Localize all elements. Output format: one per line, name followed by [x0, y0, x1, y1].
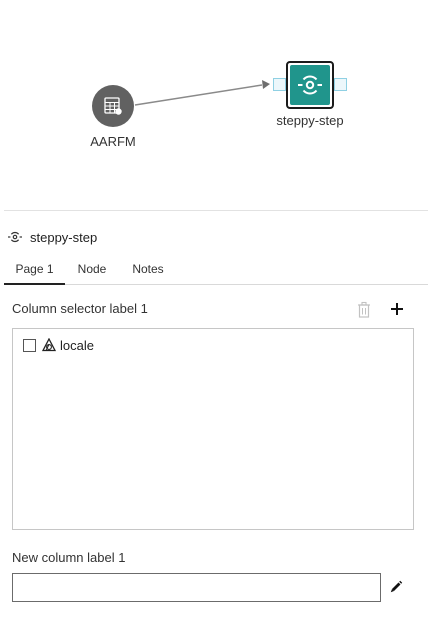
steppy-step-icon — [8, 231, 22, 243]
output-port[interactable] — [334, 78, 347, 91]
input-port[interactable] — [273, 78, 286, 91]
tab-node[interactable]: Node — [72, 258, 112, 283]
trash-icon — [358, 301, 370, 318]
steppy-step-icon — [298, 75, 322, 95]
panel-header: steppy-step — [8, 228, 97, 246]
source-node-label: AARFM — [90, 134, 136, 149]
source-node[interactable] — [92, 85, 134, 127]
panel-divider — [4, 210, 428, 211]
pencil-icon — [390, 580, 403, 593]
column-list[interactable]: locale — [12, 328, 414, 530]
step-node-label: steppy-step — [276, 113, 344, 128]
delete-column-button[interactable] — [356, 301, 372, 319]
edit-expression-button[interactable] — [389, 580, 403, 594]
new-column-label: New column label 1 — [12, 550, 126, 565]
column-name: locale — [60, 337, 94, 353]
add-column-button[interactable] — [388, 300, 406, 318]
step-node[interactable] — [286, 61, 334, 109]
tab-page-1[interactable]: Page 1 — [4, 258, 65, 285]
step-node-body — [290, 65, 330, 105]
connection-link — [134, 80, 270, 106]
new-column-input[interactable] — [12, 573, 381, 602]
column-list-item[interactable]: locale — [23, 337, 94, 353]
link-arrowhead — [262, 80, 270, 89]
panel-title: steppy-step — [30, 229, 98, 245]
plus-icon — [391, 303, 403, 315]
tab-notes[interactable]: Notes — [126, 258, 170, 283]
panel-tabs: Page 1 Node Notes — [4, 258, 428, 285]
column-selector-label: Column selector label 1 — [12, 301, 148, 316]
column-checkbox[interactable] — [23, 338, 36, 352]
flow-canvas[interactable]: AARFM steppy-step — [0, 0, 428, 210]
categorical-column-icon — [42, 338, 56, 352]
table-database-icon — [104, 97, 122, 115]
